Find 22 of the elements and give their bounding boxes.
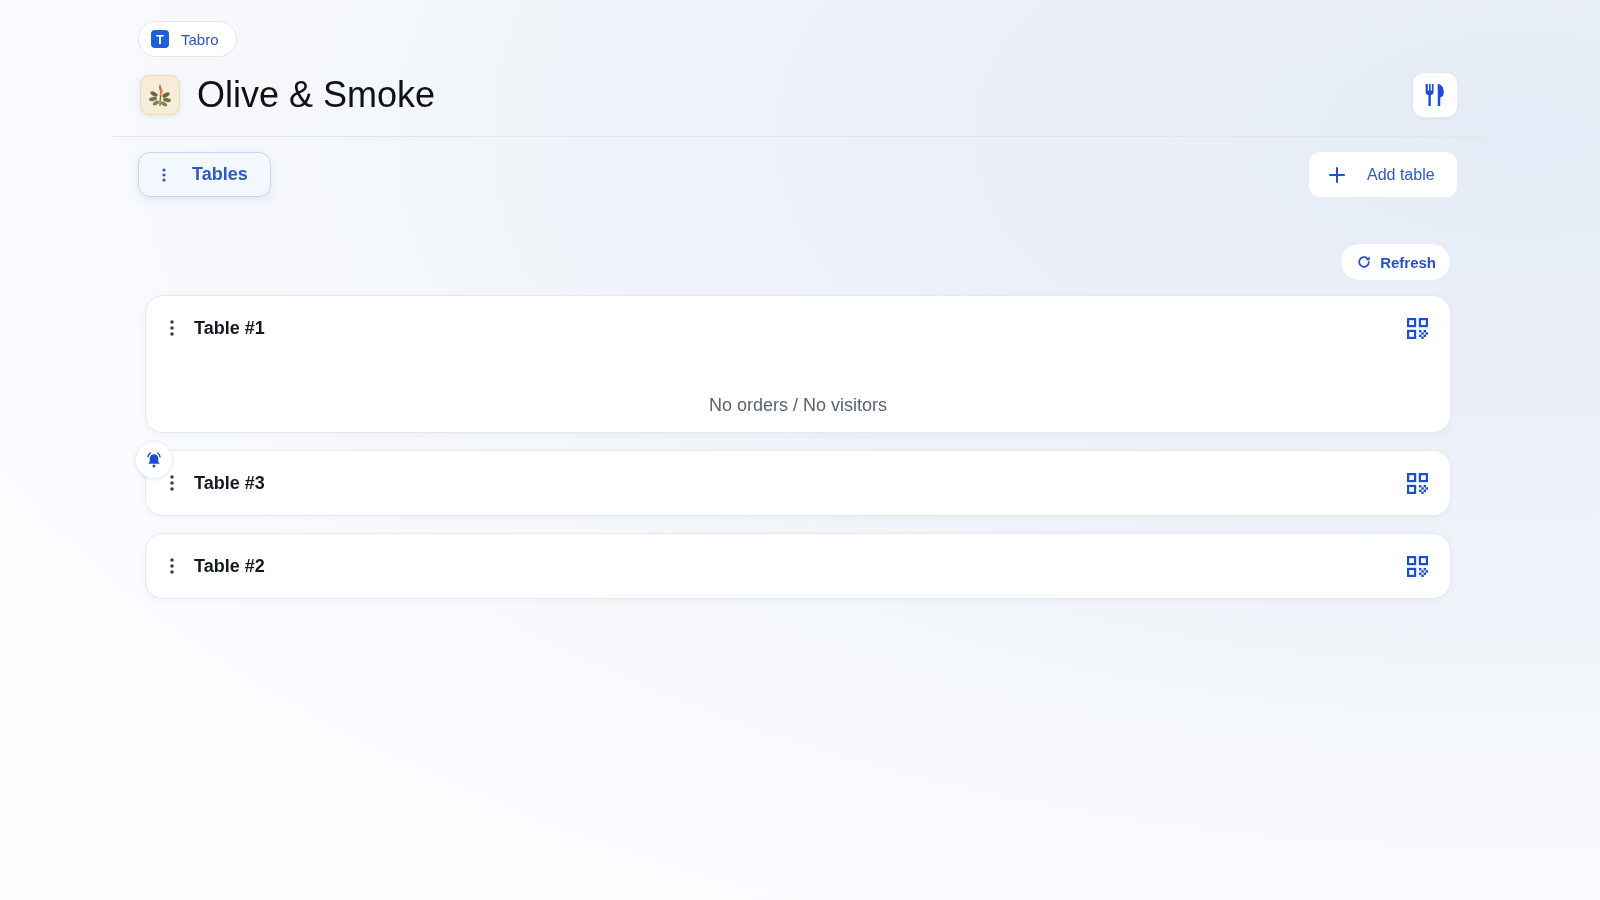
fork-knife-button[interactable] <box>1412 72 1458 118</box>
status-text: No orders / No visitors <box>708 394 888 416</box>
logo-icon: T <box>151 30 169 48</box>
plus-icon <box>1329 166 1345 183</box>
kebab-menu-icon[interactable] <box>170 320 174 336</box>
leaves-flame-icon <box>140 75 180 115</box>
table-name: Table #2 <box>194 555 265 577</box>
table-name: Table #1 <box>194 317 265 339</box>
refresh-icon <box>1357 255 1372 269</box>
brand-link[interactable]: T Tabro <box>138 21 237 57</box>
kebab-menu-icon[interactable] <box>170 558 174 574</box>
add-table-button[interactable]: Add table <box>1308 151 1458 198</box>
qr-code-icon[interactable] <box>1407 472 1428 494</box>
restaurant-title: Olive & Smoke <box>197 73 436 117</box>
kebab-icon <box>162 167 166 182</box>
tables-button[interactable]: Tables <box>138 152 271 197</box>
table-name: Table #3 <box>194 472 265 494</box>
kebab-menu-icon[interactable] <box>170 475 174 491</box>
fork-knife-icon <box>1425 84 1445 106</box>
qr-code-icon[interactable] <box>1407 317 1428 339</box>
qr-code-icon[interactable] <box>1407 555 1428 577</box>
refresh-button[interactable]: Refresh <box>1340 243 1451 281</box>
